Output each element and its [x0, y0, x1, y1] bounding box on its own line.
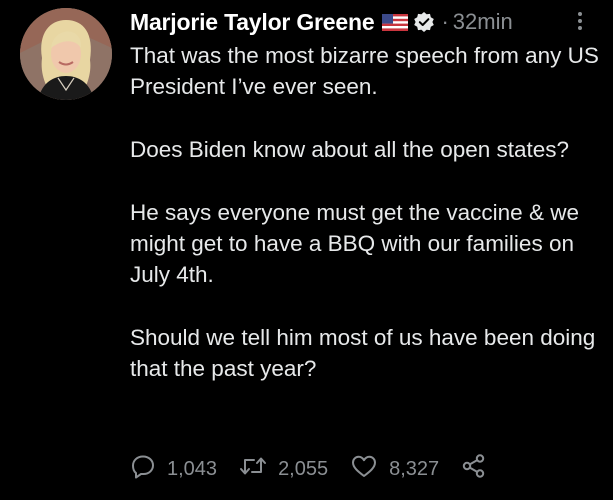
separator-dot: ·: [441, 9, 449, 34]
reply-icon: [130, 453, 167, 485]
tweet: Marjorie Taylor Greene · 32min That was …: [0, 0, 613, 500]
share-button[interactable]: [461, 453, 498, 485]
like-count: 8,327: [389, 457, 440, 480]
reply-count: 1,043: [167, 457, 218, 480]
tweet-paragraph: Should we tell him most of us have been …: [130, 325, 596, 381]
tweet-paragraph: That was the most bizarre speech from an…: [130, 43, 599, 99]
tweet-header: Marjorie Taylor Greene · 32min: [130, 4, 600, 40]
reply-button[interactable]: 1,043: [130, 453, 217, 485]
tweet-paragraph: He says everyone must get the vaccine & …: [130, 200, 579, 287]
share-icon: [461, 453, 498, 485]
timestamp[interactable]: 32min: [453, 9, 513, 35]
like-icon: [350, 453, 389, 485]
retweet-icon: [239, 453, 278, 485]
retweet-count: 2,055: [278, 457, 329, 480]
tweet-actions: 1,043 2,055 8,327: [130, 452, 498, 486]
tweet-content: Marjorie Taylor Greene · 32min That was …: [130, 4, 600, 384]
tweet-text: That was the most bizarre speech from an…: [130, 40, 600, 384]
tweet-paragraph: Does Biden know about all the open state…: [130, 137, 570, 162]
avatar[interactable]: [20, 8, 112, 100]
author-name[interactable]: Marjorie Taylor Greene: [130, 9, 375, 36]
verified-badge-icon: [413, 11, 435, 33]
us-flag-icon: [382, 13, 409, 31]
like-button[interactable]: 8,327: [350, 453, 439, 485]
retweet-button[interactable]: 2,055: [239, 453, 328, 485]
more-options-icon[interactable]: [575, 10, 585, 32]
